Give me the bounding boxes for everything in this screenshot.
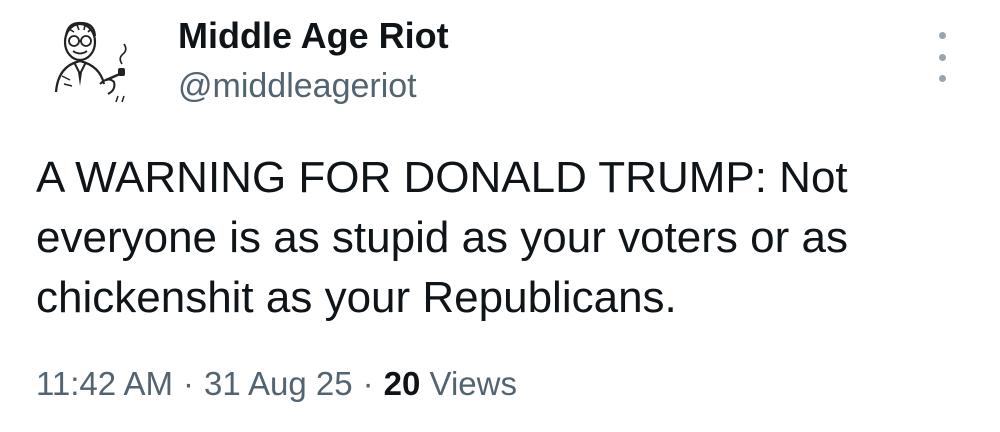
tweet-metadata: 11:42 AM · 31 Aug 25 · 20 Views bbox=[36, 362, 517, 406]
more-options-icon bbox=[938, 53, 946, 61]
views-label[interactable]: Views bbox=[430, 365, 517, 402]
tweet-time[interactable]: 11:42 AM bbox=[36, 365, 173, 402]
vintage-man-avatar-icon bbox=[54, 21, 127, 103]
tweet-text: A WARNING FOR DONALD TRUMP: Not everyone… bbox=[36, 153, 848, 322]
tweet-date[interactable]: 31 Aug 25 bbox=[204, 365, 353, 402]
avatar[interactable] bbox=[44, 14, 136, 106]
separator: · bbox=[362, 365, 374, 402]
views-count[interactable]: 20 bbox=[384, 365, 421, 402]
separator: · bbox=[182, 365, 194, 402]
more-options-icon bbox=[938, 75, 946, 82]
tweet-card: Middle Age Riot @middleageriot A WARNING… bbox=[0, 0, 1000, 432]
more-options-icon bbox=[938, 32, 946, 39]
author-display-name[interactable]: Middle Age Riot bbox=[178, 14, 449, 58]
author-handle[interactable]: @middleageriot bbox=[178, 64, 417, 108]
more-options-button[interactable] bbox=[928, 32, 956, 82]
